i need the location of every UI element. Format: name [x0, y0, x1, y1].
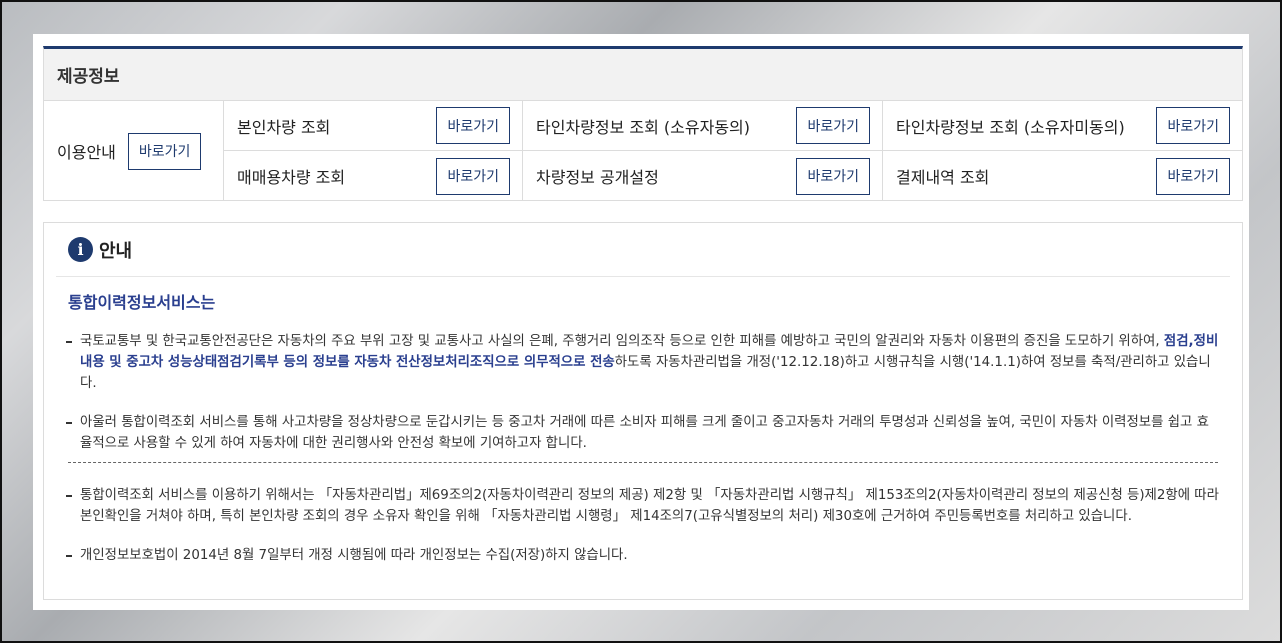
other-vehicle-consent-go-button[interactable]: 바로가기 — [796, 107, 870, 144]
own-vehicle-go-button[interactable]: 바로가기 — [436, 107, 510, 144]
notice-item: 개인정보보호법이 2014년 8월 7일부터 개정 시행됨에 따라 개인정보는 … — [66, 545, 1220, 566]
notice-item: 통합이력조회 서비스를 이용하기 위해서는 「자동차관리법」제69조의2(자동차… — [66, 485, 1220, 527]
provision-body: 이용안내 바로가기 본인차량 조회 바로가기 타인차량정보 조회 (소유자동의)… — [44, 101, 1242, 201]
own-vehicle-cell: 본인차량 조회 바로가기 — [224, 101, 523, 151]
guide-cell: 이용안내 바로가기 — [44, 101, 224, 201]
notice-header: i 안내 — [56, 223, 1230, 277]
service-subtitle: 통합이력정보서비스는 — [68, 293, 216, 312]
payment-history-label: 결제내역 조회 — [896, 168, 990, 187]
payment-history-go-button[interactable]: 바로가기 — [1156, 157, 1230, 195]
guide-go-button[interactable]: 바로가기 — [127, 132, 202, 170]
other-vehicle-no-consent-go-button[interactable]: 바로가기 — [1156, 107, 1230, 144]
guide-label: 이용안내 — [57, 143, 116, 162]
notice-item-text: 아울러 통합이력조회 서비스를 통해 사고차량을 정상차량으로 둔갑시키는 등 … — [80, 415, 1209, 451]
trade-vehicle-cell: 매매용차량 조회 바로가기 — [224, 151, 523, 201]
payment-history-cell: 결제내역 조회 바로가기 — [883, 151, 1242, 201]
disclosure-settings-go-button[interactable]: 바로가기 — [796, 157, 870, 195]
notice-item-text: 국토교통부 및 한국교통안전공단은 자동차의 주요 부위 고장 및 교통사고 사… — [80, 334, 1164, 349]
dashed-divider — [68, 462, 1218, 463]
notice-item: 국토교통부 및 한국교통안전공단은 자동차의 주요 부위 고장 및 교통사고 사… — [66, 331, 1220, 394]
disclosure-settings-cell: 차량정보 공개설정 바로가기 — [523, 151, 883, 201]
disclosure-settings-label: 차량정보 공개설정 — [536, 168, 659, 187]
notice-item-text: 통합이력조회 서비스를 이용하기 위해서는 「자동차관리법」제69조의2(자동차… — [80, 488, 1219, 524]
trade-vehicle-go-button[interactable]: 바로가기 — [436, 157, 510, 195]
other-vehicle-consent-cell: 타인차량정보 조회 (소유자동의) 바로가기 — [523, 101, 883, 151]
notice-list: 국토교통부 및 한국교통안전공단은 자동차의 주요 부위 고장 및 교통사고 사… — [56, 331, 1230, 566]
notice-item-text: 개인정보보호법이 2014년 8월 7일부터 개정 시행됨에 따라 개인정보는 … — [80, 548, 628, 563]
notice-item: 아울러 통합이력조회 서비스를 통해 사고차량을 정상차량으로 둔갑시키는 등 … — [66, 412, 1220, 454]
provision-table: 제공정보 이용안내 바로가기 본인차량 조회 바로가기 타인차량정보 조회 (소… — [43, 46, 1243, 201]
main-panel: 제공정보 이용안내 바로가기 본인차량 조회 바로가기 타인차량정보 조회 (소… — [33, 34, 1249, 610]
notice-box: i 안내 통합이력정보서비스는 국토교통부 및 한국교통안전공단은 자동차의 주… — [43, 222, 1243, 600]
other-vehicle-consent-label: 타인차량정보 조회 (소유자동의) — [536, 117, 751, 137]
other-vehicle-no-consent-cell: 타인차량정보 조회 (소유자미동의) 바로가기 — [883, 101, 1242, 151]
other-vehicle-no-consent-label: 타인차량정보 조회 (소유자미동의) — [896, 117, 1125, 137]
info-icon: i — [68, 237, 93, 262]
provision-title: 제공정보 — [44, 49, 1242, 101]
notice-title: 안내 — [99, 240, 133, 262]
own-vehicle-label: 본인차량 조회 — [237, 117, 331, 137]
trade-vehicle-label: 매매용차량 조회 — [237, 168, 346, 187]
